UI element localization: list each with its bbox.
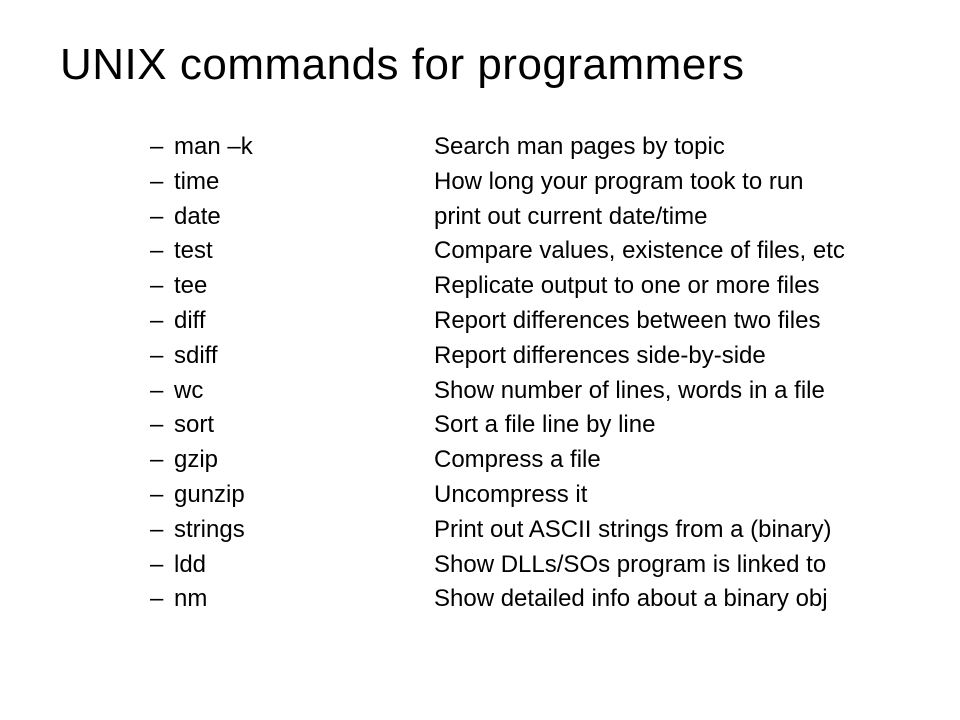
command-list: – man –k Search man pages by topic – tim… <box>60 130 900 617</box>
list-item: – time How long your program took to run <box>150 165 900 200</box>
command-name: tee <box>174 269 434 304</box>
list-item: – gzip Compress a file <box>150 443 900 478</box>
bullet-dash: – <box>150 548 174 583</box>
list-item: – strings Print out ASCII strings from a… <box>150 513 900 548</box>
bullet-dash: – <box>150 374 174 409</box>
list-item: – ldd Show DLLs/SOs program is linked to <box>150 548 900 583</box>
bullet-dash: – <box>150 200 174 235</box>
list-item: – sdiff Report differences side-by-side <box>150 339 900 374</box>
list-item: – diff Report differences between two fi… <box>150 304 900 339</box>
command-description: Sort a file line by line <box>434 408 900 443</box>
command-description: Search man pages by topic <box>434 130 900 165</box>
bullet-dash: – <box>150 443 174 478</box>
command-name: gzip <box>174 443 434 478</box>
list-item: – tee Replicate output to one or more fi… <box>150 269 900 304</box>
bullet-dash: – <box>150 513 174 548</box>
list-item: – gunzip Uncompress it <box>150 478 900 513</box>
command-description: How long your program took to run <box>434 165 900 200</box>
bullet-dash: – <box>150 304 174 339</box>
list-item: – nm Show detailed info about a binary o… <box>150 582 900 617</box>
command-name: diff <box>174 304 434 339</box>
command-description: Show detailed info about a binary obj <box>434 582 900 617</box>
command-description: Compress a file <box>434 443 900 478</box>
bullet-dash: – <box>150 130 174 165</box>
command-description: print out current date/time <box>434 200 900 235</box>
command-description: Show number of lines, words in a file <box>434 374 900 409</box>
bullet-dash: – <box>150 339 174 374</box>
command-name: gunzip <box>174 478 434 513</box>
bullet-dash: – <box>150 582 174 617</box>
list-item: – man –k Search man pages by topic <box>150 130 900 165</box>
command-description: Report differences side-by-side <box>434 339 900 374</box>
bullet-dash: – <box>150 478 174 513</box>
command-description: Replicate output to one or more files <box>434 269 900 304</box>
bullet-dash: – <box>150 269 174 304</box>
command-name: nm <box>174 582 434 617</box>
command-description: Uncompress it <box>434 478 900 513</box>
list-item: – test Compare values, existence of file… <box>150 234 900 269</box>
command-name: date <box>174 200 434 235</box>
command-name: time <box>174 165 434 200</box>
command-description: Compare values, existence of files, etc <box>434 234 900 269</box>
bullet-dash: – <box>150 408 174 443</box>
command-description: Show DLLs/SOs program is linked to <box>434 548 900 583</box>
slide-title: UNIX commands for programmers <box>60 40 900 90</box>
command-description: Report differences between two files <box>434 304 900 339</box>
list-item: – sort Sort a file line by line <box>150 408 900 443</box>
bullet-dash: – <box>150 165 174 200</box>
command-description: Print out ASCII strings from a (binary) <box>434 513 900 548</box>
command-name: man –k <box>174 130 434 165</box>
command-name: strings <box>174 513 434 548</box>
bullet-dash: – <box>150 234 174 269</box>
command-name: wc <box>174 374 434 409</box>
command-name: test <box>174 234 434 269</box>
command-name: sdiff <box>174 339 434 374</box>
command-name: sort <box>174 408 434 443</box>
list-item: – wc Show number of lines, words in a fi… <box>150 374 900 409</box>
list-item: – date print out current date/time <box>150 200 900 235</box>
command-name: ldd <box>174 548 434 583</box>
